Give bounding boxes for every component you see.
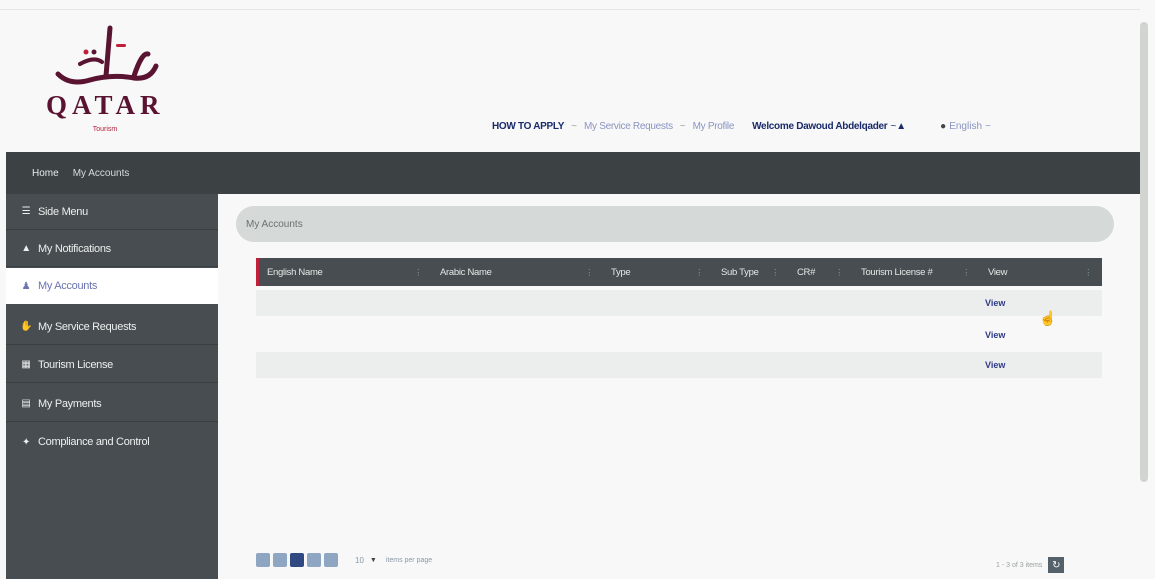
pagination: 10 ▼ items per page xyxy=(256,550,432,570)
column-header-sub-type[interactable]: Sub Type ⋮ xyxy=(713,258,789,286)
column-menu-icon[interactable]: ⋮ xyxy=(962,268,970,277)
sidebar-item-label: Tourism License xyxy=(38,358,113,371)
language-selector[interactable]: ● English ~ xyxy=(940,121,991,132)
table-row[interactable]: View xyxy=(256,352,1102,378)
hamburger-icon: ☰ xyxy=(21,206,31,217)
sidebar-item-tourism-license[interactable]: ▦ Tourism License xyxy=(6,347,218,383)
sidebar-item-label: Compliance and Control xyxy=(38,436,150,448)
column-label: View xyxy=(988,266,1008,278)
column-menu-icon[interactable]: ⋮ xyxy=(1084,268,1092,277)
profile-link[interactable]: My Profile xyxy=(693,121,735,132)
first-page-button[interactable] xyxy=(256,553,270,567)
welcome-user-menu[interactable]: Welcome Dawoud Abdelqader xyxy=(752,121,888,132)
page-size-label: items per page xyxy=(385,556,433,564)
column-label: Sub Type xyxy=(721,266,759,278)
table-row[interactable]: View xyxy=(256,322,1102,348)
table-row[interactable]: View xyxy=(256,290,1102,316)
page-title: My Accounts xyxy=(236,206,1114,242)
license-card-icon: ▦ xyxy=(21,359,31,370)
pagination-info: 1 - 3 of 3 items ↻ xyxy=(996,556,1065,574)
top-divider xyxy=(0,9,1140,10)
column-header-view[interactable]: View ⋮ xyxy=(980,258,1102,286)
sidebar-item-label: My Payments xyxy=(38,397,102,410)
column-label: Arabic Name xyxy=(440,266,492,278)
language-label: English xyxy=(949,120,983,132)
items-count: 1 - 3 of 3 items xyxy=(996,561,1043,569)
next-page-button[interactable] xyxy=(307,553,321,567)
column-menu-icon[interactable]: ⋮ xyxy=(585,268,593,277)
chevron-down-icon: ~ xyxy=(985,120,991,132)
view-link[interactable]: View xyxy=(977,298,1099,308)
page-size-select[interactable]: 10 xyxy=(355,556,364,565)
globe-icon: ● xyxy=(940,120,947,132)
how-to-apply-link[interactable]: HOW TO APPLY xyxy=(492,121,564,132)
users-icon: ♟ xyxy=(21,280,31,292)
user-dropdown-icon[interactable]: ~▲ xyxy=(890,121,906,132)
column-menu-icon[interactable]: ⋮ xyxy=(695,268,703,277)
column-label: Type xyxy=(611,266,631,278)
column-header-tourism-license[interactable]: Tourism License # ⋮ xyxy=(853,258,980,286)
column-label: Tourism License # xyxy=(861,266,933,278)
column-menu-icon[interactable]: ⋮ xyxy=(835,268,843,277)
logo-wordmark: QATAR xyxy=(46,90,165,120)
gavel-icon: ✦ xyxy=(21,436,31,448)
column-header-type[interactable]: Type ⋮ xyxy=(603,258,713,286)
column-header-arabic-name[interactable]: Arabic Name ⋮ xyxy=(432,258,603,286)
last-page-button[interactable] xyxy=(324,553,338,567)
breadcrumb-home[interactable]: Home xyxy=(32,168,59,179)
column-menu-icon[interactable]: ⋮ xyxy=(414,268,422,277)
handshake-icon: ✋ xyxy=(20,321,33,332)
service-requests-link[interactable]: My Service Requests xyxy=(584,121,673,132)
top-navigation: HOW TO APPLY ~ My Service Requests ~ My … xyxy=(492,118,991,134)
breadcrumb: Home My Accounts xyxy=(6,152,1140,194)
sidebar-item-label: My Accounts xyxy=(38,280,98,292)
logo-subtitle: Tourism xyxy=(92,126,118,133)
view-link[interactable]: View xyxy=(977,330,1099,340)
refresh-icon[interactable]: ↻ xyxy=(1048,557,1065,573)
sidebar: ☰ Side Menu ▲ My Notifications ♟ My Acco… xyxy=(6,194,218,579)
chevron-down-icon[interactable]: ▼ xyxy=(370,557,377,564)
previous-page-button[interactable] xyxy=(273,553,287,567)
sidebar-item-service-requests[interactable]: ✋ My Service Requests xyxy=(6,309,218,345)
column-label: English Name xyxy=(267,266,323,278)
column-label: CR# xyxy=(797,266,816,278)
page-scrollbar[interactable] xyxy=(1140,22,1148,482)
column-header-english-name[interactable]: English Name ⋮ xyxy=(259,258,432,286)
sidebar-item-payments[interactable]: ▤ My Payments xyxy=(6,386,218,422)
breadcrumb-current: My Accounts xyxy=(72,167,130,179)
sidebar-item-compliance[interactable]: ✦ Compliance and Control xyxy=(6,424,218,460)
nav-separator: ~ xyxy=(679,120,686,132)
sidebar-item-side-menu[interactable]: ☰ Side Menu xyxy=(6,194,218,230)
sidebar-item-label: Side Menu xyxy=(38,205,88,218)
column-menu-icon[interactable]: ⋮ xyxy=(771,268,779,277)
sidebar-item-notifications[interactable]: ▲ My Notifications xyxy=(6,231,218,267)
bell-icon: ▲ xyxy=(21,243,31,254)
sidebar-item-label: My Notifications xyxy=(38,242,111,255)
column-header-cr[interactable]: CR# ⋮ xyxy=(789,258,853,286)
accounts-table-header: English Name ⋮ Arabic Name ⋮ Type ⋮ Sub … xyxy=(256,258,1102,286)
sidebar-item-label: My Service Requests xyxy=(38,320,137,333)
payment-card-icon: ▤ xyxy=(21,398,31,409)
nav-separator: ~ xyxy=(571,120,577,132)
page-number-button[interactable] xyxy=(290,553,304,567)
qatar-tourism-logo[interactable]: QATAR Tourism xyxy=(46,22,164,152)
hand-pointer-cursor-icon: ☝ xyxy=(1039,310,1057,326)
sidebar-item-my-accounts[interactable]: ♟ My Accounts xyxy=(6,268,218,304)
view-link[interactable]: View xyxy=(977,360,1099,370)
arabic-calligraphy-logo-mark xyxy=(55,25,159,85)
